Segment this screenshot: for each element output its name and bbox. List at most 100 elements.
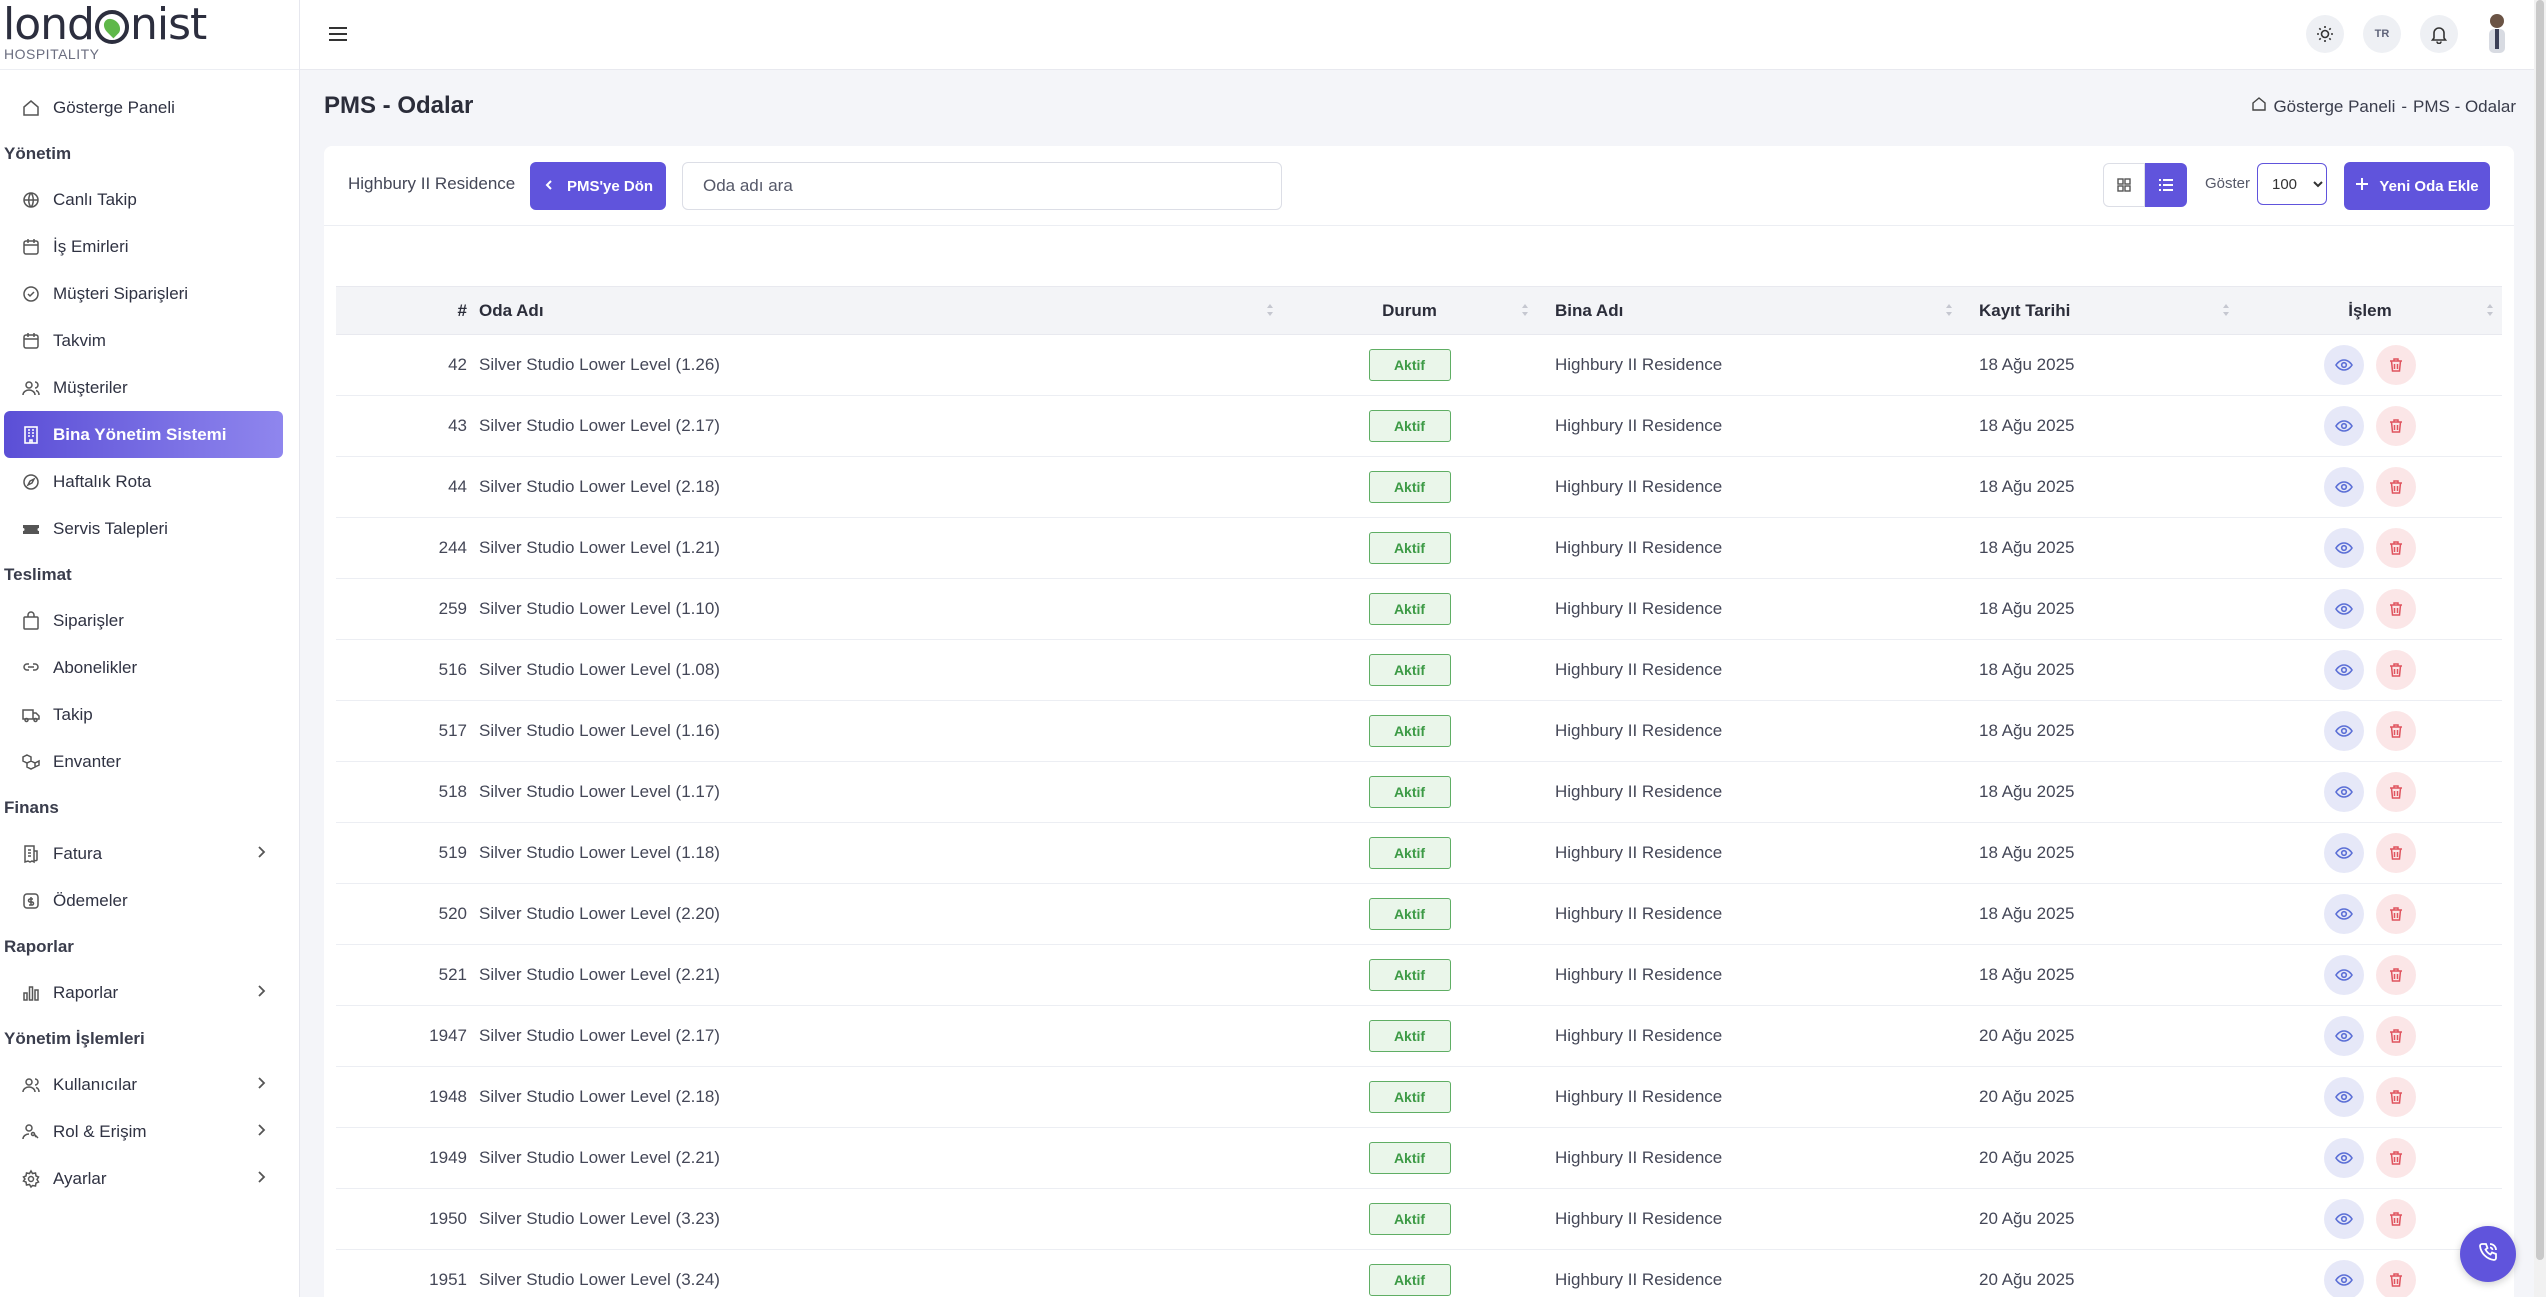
view-eye-icon[interactable] — [2323, 772, 2364, 812]
breadcrumb-home-link[interactable]: Gösterge Paneli — [2273, 97, 2395, 117]
cell-status: Aktif — [1282, 1249, 1537, 1297]
sidebar-item-dashboard[interactable]: Gösterge Paneli — [4, 84, 283, 131]
room-search-input[interactable] — [682, 162, 1282, 210]
delete-trash-icon[interactable] — [2376, 406, 2417, 446]
sidebar-item-live-tracking[interactable]: Canlı Takip — [4, 176, 283, 223]
column-header-actions[interactable]: İşlem — [2238, 286, 2502, 335]
theme-toggle-sun-icon[interactable] — [2306, 15, 2344, 53]
support-call-button[interactable] — [2460, 1226, 2516, 1282]
add-room-button[interactable]: Yeni Oda Ekle — [2344, 162, 2490, 210]
delete-trash-icon[interactable] — [2376, 833, 2417, 873]
view-eye-icon[interactable] — [2323, 406, 2364, 446]
view-eye-icon[interactable] — [2323, 894, 2364, 934]
sidebar-item-label: Envanter — [53, 751, 122, 771]
sidebar-item-invoice[interactable]: Fatura — [4, 830, 283, 877]
column-header-created-date[interactable]: Kayıt Tarihi — [1961, 286, 2238, 335]
sidebar-item-building-management[interactable]: Bina Yönetim Sistemi — [4, 411, 283, 458]
sidebar-item-customer-orders[interactable]: Müşteri Siparişleri — [4, 270, 283, 317]
delete-trash-icon[interactable] — [2376, 1260, 2417, 1297]
view-eye-icon[interactable] — [2323, 528, 2364, 568]
user-key-icon — [21, 1122, 41, 1142]
cell-number: 517 — [336, 700, 479, 762]
sidebar-item-customers[interactable]: Müşteriler — [4, 364, 283, 411]
delete-trash-icon[interactable] — [2376, 772, 2417, 812]
column-header-status[interactable]: Durum — [1282, 286, 1537, 335]
column-header-room-name[interactable]: Oda Adı — [479, 286, 1282, 335]
sidebar-item-service-requests[interactable]: Servis Talepleri — [4, 505, 283, 552]
delete-trash-icon[interactable] — [2376, 1138, 2417, 1178]
sidebar-item-weekly-route[interactable]: Haftalık Rota — [4, 458, 283, 505]
view-eye-icon[interactable] — [2323, 650, 2364, 690]
sidebar-item-inventory[interactable]: Envanter — [4, 738, 283, 785]
delete-trash-icon[interactable] — [2376, 1077, 2417, 1117]
cell-created-date: 18 Ağu 2025 — [1961, 517, 2238, 579]
sidebar-item-calendar[interactable]: Takvim — [4, 317, 283, 364]
nav-group-finance: Finans — [4, 798, 59, 817]
view-eye-icon[interactable] — [2323, 1077, 2364, 1117]
breadcrumb-current: PMS - Odalar — [2413, 96, 2516, 116]
cell-number: 521 — [336, 944, 479, 1006]
cell-created-date: 18 Ağu 2025 — [1961, 883, 2238, 945]
notification-bell-icon[interactable] — [2420, 15, 2458, 53]
compass-icon — [21, 472, 41, 492]
view-eye-icon[interactable] — [2323, 711, 2364, 751]
cell-room-name: Silver Studio Lower Level (1.16) — [479, 700, 1282, 762]
delete-trash-icon[interactable] — [2376, 345, 2417, 385]
view-eye-icon[interactable] — [2323, 1260, 2364, 1297]
column-header-building-name[interactable]: Bina Adı — [1537, 286, 1961, 335]
page-size-select[interactable]: 100 — [2257, 163, 2327, 205]
view-eye-icon[interactable] — [2323, 589, 2364, 629]
list-view-icon[interactable] — [2145, 163, 2187, 207]
sidebar-item-subscriptions[interactable]: Abonelikler — [4, 644, 283, 691]
cell-created-date: 18 Ağu 2025 — [1961, 334, 2238, 396]
delete-trash-icon[interactable] — [2376, 589, 2417, 629]
delete-trash-icon[interactable] — [2376, 650, 2417, 690]
view-eye-icon[interactable] — [2323, 955, 2364, 995]
cell-room-name: Silver Studio Lower Level (2.17) — [479, 395, 1282, 457]
delete-trash-icon[interactable] — [2376, 955, 2417, 995]
sidebar-item-tracking[interactable]: Takip — [4, 691, 283, 738]
sidebar-item-users[interactable]: Kullanıcılar — [4, 1061, 283, 1108]
page-scrollbar[interactable] — [2534, 0, 2546, 1297]
calendar-icon — [21, 331, 41, 351]
delete-trash-icon[interactable] — [2376, 1016, 2417, 1056]
delete-trash-icon[interactable] — [2376, 467, 2417, 507]
cell-actions — [2238, 395, 2502, 457]
sidebar-item-work-orders[interactable]: İş Emirleri — [4, 223, 283, 270]
cell-status: Aktif — [1282, 1066, 1537, 1128]
view-eye-icon[interactable] — [2323, 833, 2364, 873]
cell-building-name: Highbury II Residence — [1537, 1188, 1961, 1250]
status-badge: Aktif — [1368, 1203, 1451, 1235]
view-eye-icon[interactable] — [2323, 1199, 2364, 1239]
table-row: 1951 Silver Studio Lower Level (3.24) Ak… — [336, 1249, 2502, 1297]
back-to-pms-button[interactable]: PMS'ye Dön — [530, 162, 666, 210]
grid-view-icon[interactable] — [2103, 163, 2145, 207]
sidebar-item-settings[interactable]: Ayarlar — [4, 1155, 283, 1202]
view-eye-icon[interactable] — [2323, 1138, 2364, 1178]
cell-number: 1951 — [336, 1249, 479, 1297]
home-icon — [2251, 96, 2267, 117]
view-eye-icon[interactable] — [2323, 345, 2364, 385]
payment-icon — [21, 891, 41, 911]
language-button[interactable]: TR — [2363, 15, 2401, 53]
cell-created-date: 18 Ağu 2025 — [1961, 395, 2238, 457]
menu-toggle-icon[interactable] — [326, 22, 350, 46]
sidebar-item-reports[interactable]: Raporlar — [4, 969, 283, 1016]
user-avatar[interactable] — [2480, 11, 2514, 55]
sidebar-item-orders[interactable]: Siparişler — [4, 597, 283, 644]
delete-trash-icon[interactable] — [2376, 894, 2417, 934]
truck-icon — [21, 705, 41, 725]
globe-icon — [21, 190, 41, 210]
sidebar-item-payments[interactable]: Ödemeler — [4, 877, 283, 924]
logo[interactable]: lond nist HOSPITALITY — [0, 0, 299, 70]
status-badge: Aktif — [1368, 1142, 1451, 1174]
delete-trash-icon[interactable] — [2376, 528, 2417, 568]
sidebar-item-roles[interactable]: Rol & Erişim — [4, 1108, 283, 1155]
view-eye-icon[interactable] — [2323, 1016, 2364, 1056]
delete-trash-icon[interactable] — [2376, 1199, 2417, 1239]
delete-trash-icon[interactable] — [2376, 711, 2417, 751]
view-eye-icon[interactable] — [2323, 467, 2364, 507]
scrollbar-thumb[interactable] — [2536, 0, 2544, 1260]
cell-building-name: Highbury II Residence — [1537, 1249, 1961, 1297]
table-row: 1949 Silver Studio Lower Level (2.21) Ak… — [336, 1127, 2502, 1189]
